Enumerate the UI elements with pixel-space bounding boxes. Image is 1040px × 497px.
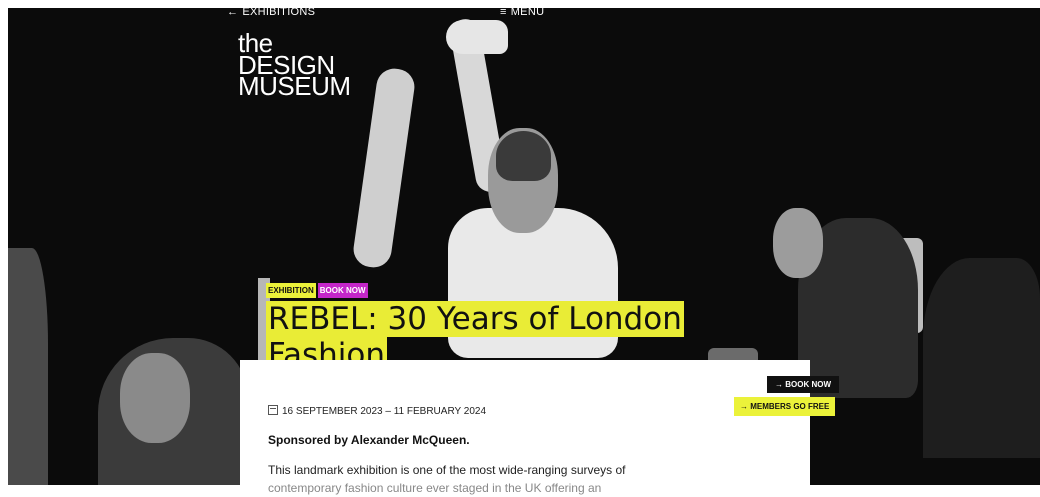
exhibition-tags: EXHIBITION BOOK NOW xyxy=(266,283,368,298)
photo-model-hand xyxy=(446,20,508,54)
photo-figure-hair xyxy=(8,248,48,485)
menu-label: MENU xyxy=(510,6,545,18)
exhibition-tag[interactable]: EXHIBITION xyxy=(266,283,316,298)
back-to-exhibitions-link[interactable]: ← EXHIBITIONS xyxy=(227,6,315,18)
exhibition-dates: 16 SEPTEMBER 2023 – 11 FEBRUARY 2024 xyxy=(268,405,486,417)
hamburger-icon: ≡ xyxy=(500,6,507,18)
members-go-free-button[interactable]: → MEMBERS GO FREE xyxy=(734,397,836,416)
book-now-button[interactable]: → BOOK NOW xyxy=(767,376,839,393)
photo-figure-far-right xyxy=(923,258,1040,458)
book-now-tag[interactable]: BOOK NOW xyxy=(317,283,368,298)
arrow-left-icon: ← xyxy=(227,6,239,18)
exhibition-description: This landmark exhibition is one of the m… xyxy=(268,461,688,497)
calendar-icon xyxy=(268,405,278,415)
description-line-2: contemporary fashion culture ever staged… xyxy=(268,481,602,495)
photo-model-hair xyxy=(496,131,551,181)
dates-text: 16 SEPTEMBER 2023 – 11 FEBRUARY 2024 xyxy=(282,406,486,417)
logo-line-museum: MUSEUM xyxy=(238,71,351,102)
menu-button[interactable]: ≡ MENU xyxy=(500,6,544,18)
back-link-label: EXHIBITIONS xyxy=(242,6,316,18)
description-line-1: This landmark exhibition is one of the m… xyxy=(268,463,626,477)
photo-face-left xyxy=(120,353,190,443)
photo-face-right xyxy=(773,208,823,278)
design-museum-logo[interactable]: the DESIGN MUSEUM xyxy=(238,30,351,102)
photo-model-arm-left xyxy=(351,66,417,270)
sponsor-text: Sponsored by Alexander McQueen. xyxy=(268,433,470,447)
title-line-1: REBEL: 30 Years of London xyxy=(266,301,684,337)
